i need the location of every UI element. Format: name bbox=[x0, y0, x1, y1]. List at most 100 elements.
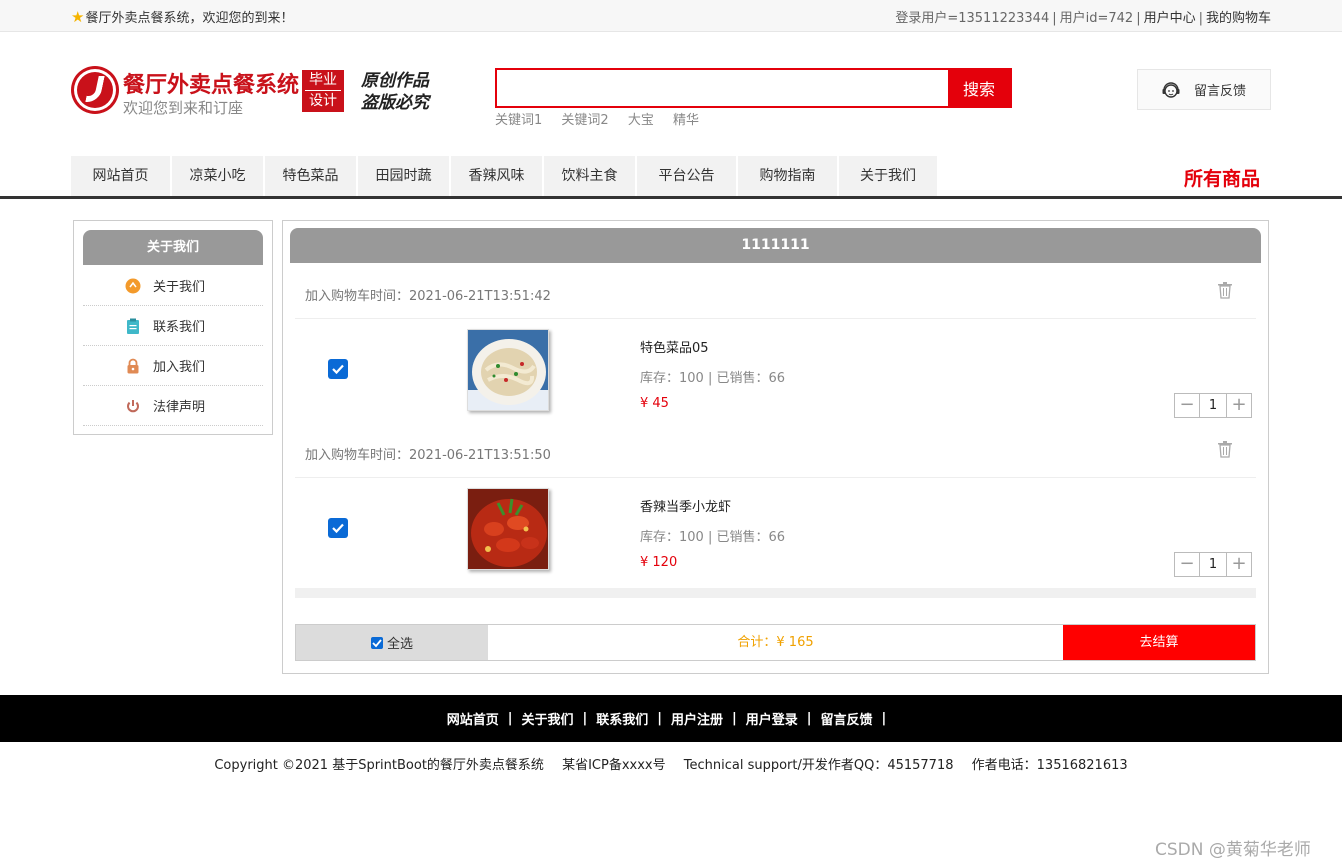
product-price: ¥ 45 bbox=[640, 396, 669, 411]
product-stock: 库存：100 | 已销售：66 bbox=[640, 371, 785, 386]
welcome-message: ★ 餐厅外卖点餐系统，欢迎您的到来！ bbox=[71, 7, 293, 27]
cart-total: 合计：¥ 165 bbox=[737, 635, 814, 650]
product-thumbnail[interactable] bbox=[467, 488, 549, 570]
cart-panel: 1111111 加入购物车时间：2021-06-21T13:51:42 特色菜品… bbox=[282, 220, 1269, 674]
product-price: ¥ 120 bbox=[640, 555, 678, 570]
sidebar-item-join[interactable]: 加入我们 bbox=[83, 346, 263, 386]
keyword-link[interactable]: 大宝 bbox=[628, 113, 654, 128]
sidebar-item-legal[interactable]: 法律声明 bbox=[83, 386, 263, 426]
sidebar-title: 关于我们 bbox=[83, 230, 263, 265]
nav-divider bbox=[0, 196, 1342, 199]
select-all-checkbox[interactable] bbox=[370, 636, 383, 649]
footer-link-register[interactable]: 用户注册 bbox=[671, 709, 723, 728]
added-time: 加入购物车时间：2021-06-21T13:51:42 bbox=[305, 289, 551, 304]
nav-item-home[interactable]: 网站首页 bbox=[71, 156, 172, 196]
nav-item-drinks[interactable]: 饮料主食 bbox=[544, 156, 637, 196]
sidebar-item-label: 法律声明 bbox=[153, 400, 206, 415]
nav-item-vegetables[interactable]: 田园时蔬 bbox=[358, 156, 451, 196]
noodle-dish-image bbox=[468, 330, 548, 410]
original-stamp: 原创作品 盗版必究 bbox=[361, 70, 429, 114]
item-divider bbox=[295, 477, 1256, 478]
my-cart-link[interactable]: 我的购物车 bbox=[1206, 11, 1271, 26]
sidebar-item-contact[interactable]: 联系我们 bbox=[83, 306, 263, 346]
nav-item-guide[interactable]: 购物指南 bbox=[738, 156, 839, 196]
trash-icon[interactable] bbox=[1217, 440, 1233, 458]
crayfish-dish-image bbox=[468, 489, 548, 569]
check-icon bbox=[332, 364, 344, 375]
footer-link-home[interactable]: 网站首页 bbox=[447, 709, 499, 728]
keyword-link[interactable]: 关键词1 bbox=[495, 113, 542, 128]
stamp-line-2: 盗版必究 bbox=[361, 93, 429, 113]
added-time: 加入购物车时间：2021-06-21T13:51:50 bbox=[305, 448, 551, 463]
trash-icon[interactable] bbox=[1217, 281, 1233, 299]
site-name: 餐厅外卖点餐系统 bbox=[123, 73, 300, 98]
checkout-button[interactable]: 去结算 bbox=[1063, 625, 1255, 660]
nav-item-notice[interactable]: 平台公告 bbox=[637, 156, 738, 196]
power-icon bbox=[127, 399, 139, 412]
increase-button[interactable]: + bbox=[1227, 553, 1251, 576]
product-name[interactable]: 特色菜品05 bbox=[640, 337, 709, 356]
increase-button[interactable]: + bbox=[1227, 394, 1251, 417]
support-text: Technical support/开发作者QQ：45157718 bbox=[683, 758, 954, 773]
site-logo[interactable] bbox=[71, 66, 119, 114]
badge-top: 毕业 bbox=[309, 72, 337, 88]
quantity-stepper: − 1 + bbox=[1174, 393, 1252, 418]
select-all-toggle[interactable]: 全选 bbox=[296, 625, 488, 660]
footer-link-login[interactable]: 用户登录 bbox=[746, 709, 798, 728]
product-thumbnail[interactable] bbox=[467, 329, 549, 411]
nav-item-specialty[interactable]: 特色菜品 bbox=[265, 156, 358, 196]
search-button[interactable]: 搜索 bbox=[948, 70, 1010, 106]
item-checkbox[interactable] bbox=[328, 359, 348, 379]
main-nav: 网站首页 凉菜小吃 特色菜品 田园时蔬 香辣风味 饮料主食 平台公告 购物指南 … bbox=[71, 156, 939, 196]
keyword-link[interactable]: 关键词2 bbox=[561, 113, 608, 128]
top-bar: ★ 餐厅外卖点餐系统，欢迎您的到来！ 登录用户=13511223344 | 用户id… bbox=[0, 0, 1342, 32]
check-icon bbox=[372, 638, 382, 647]
feedback-label: 留言反馈 bbox=[1194, 84, 1247, 99]
quantity-value[interactable]: 1 bbox=[1199, 553, 1227, 576]
badge-bottom: 设计 bbox=[305, 90, 341, 111]
copyright-info: Copyright ©2021 基于SprintBoot的餐厅外卖点餐系统 某省… bbox=[0, 754, 1342, 773]
sidebar-item-label: 联系我们 bbox=[153, 320, 206, 335]
nav-item-about[interactable]: 关于我们 bbox=[839, 156, 939, 196]
site-subtitle: 欢迎您到来和订座 bbox=[123, 99, 244, 117]
footer-nav: 网站首页 | 关于我们 | 联系我们 | 用户注册 | 用户登录 | 留言反馈 | bbox=[0, 695, 1342, 742]
footer-link-contact[interactable]: 联系我们 bbox=[596, 709, 648, 728]
user-center-link[interactable]: 用户中心 bbox=[1144, 11, 1196, 26]
search-box: 搜索 bbox=[495, 68, 1012, 108]
item-checkbox[interactable] bbox=[328, 518, 348, 538]
nav-item-cold-dishes[interactable]: 凉菜小吃 bbox=[172, 156, 265, 196]
keyword-link[interactable]: 精华 bbox=[673, 113, 699, 128]
quantity-stepper: − 1 + bbox=[1174, 552, 1252, 577]
decrease-button[interactable]: − bbox=[1175, 553, 1199, 576]
icp-text: 某省ICP备xxxx号 bbox=[562, 758, 666, 773]
cart-separator bbox=[295, 588, 1256, 598]
feedback-button[interactable]: 留言反馈 bbox=[1137, 69, 1271, 110]
stamp-line-1: 原创作品 bbox=[361, 71, 429, 91]
decrease-button[interactable]: − bbox=[1175, 394, 1199, 417]
sidebar-item-about[interactable]: 关于我们 bbox=[83, 266, 263, 306]
nav-item-spicy[interactable]: 香辣风味 bbox=[451, 156, 544, 196]
sidebar-menu: 关于我们 联系我们 加入我们 法律声明 bbox=[83, 266, 263, 426]
footer-link-about[interactable]: 关于我们 bbox=[521, 709, 573, 728]
watermark: CSDN @黄菊华老师 bbox=[1155, 840, 1311, 860]
sidebar-item-label: 加入我们 bbox=[153, 360, 206, 375]
user-links: 登录用户=13511223344 | 用户id=742 | 用户中心 | 我的购物车 bbox=[895, 11, 1271, 26]
quantity-value[interactable]: 1 bbox=[1199, 394, 1227, 417]
product-stock: 库存：100 | 已销售：66 bbox=[640, 530, 785, 545]
hot-keywords: 关键词1 关键词2 大宝 精华 bbox=[495, 109, 714, 128]
sidebar-item-label: 关于我们 bbox=[153, 280, 206, 295]
phone-text: 作者电话：13516821613 bbox=[971, 758, 1128, 773]
user-id: 用户id=742 bbox=[1059, 11, 1134, 26]
sidebar: 关于我们 关于我们 联系我们 加入我们 法律声明 bbox=[73, 220, 273, 435]
cart-summary-bar: 全选 合计：¥ 165 去结算 bbox=[295, 624, 1256, 661]
footer-link-feedback[interactable]: 留言反馈 bbox=[821, 709, 873, 728]
star-icon: ★ bbox=[71, 7, 85, 26]
select-all-label: 全选 bbox=[386, 637, 413, 652]
search-input[interactable] bbox=[497, 70, 948, 106]
all-goods-link[interactable]: 所有商品 bbox=[1184, 164, 1260, 191]
clipboard-icon bbox=[127, 318, 139, 334]
copyright-text: Copyright ©2021 基于SprintBoot的餐厅外卖点餐系统 bbox=[214, 758, 544, 773]
orange-circle-icon bbox=[125, 278, 141, 293]
product-name[interactable]: 香辣当季小龙虾 bbox=[640, 496, 731, 515]
check-icon bbox=[332, 523, 344, 534]
